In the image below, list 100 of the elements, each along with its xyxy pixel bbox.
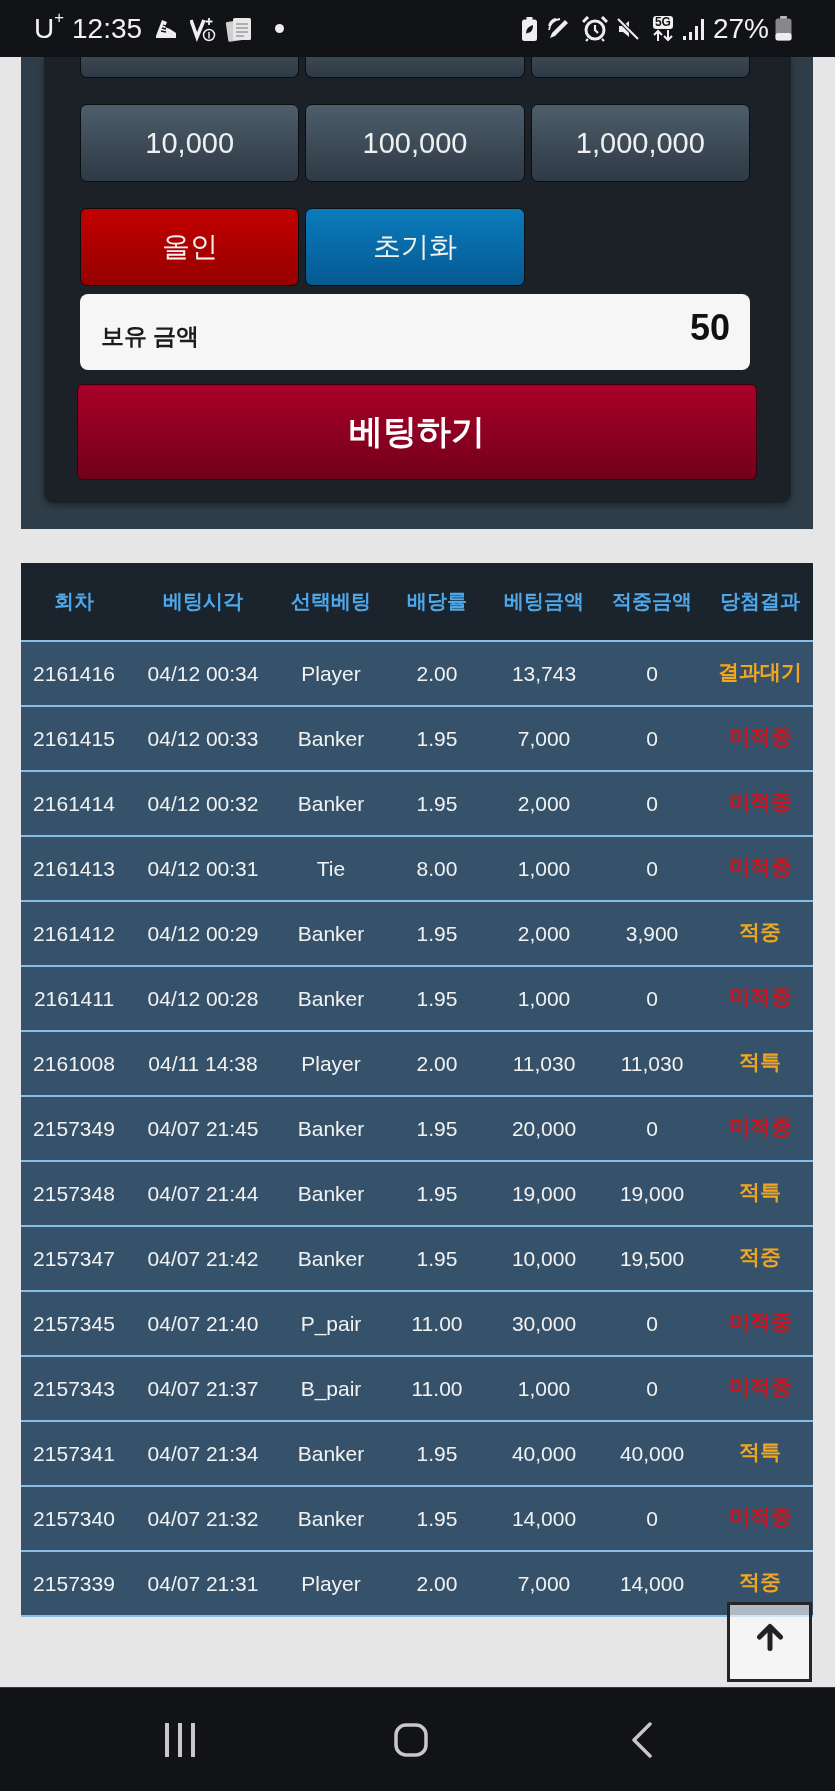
table-cell-text: 13,743 (510, 660, 578, 687)
table-cell-text: P_pair (299, 1310, 363, 1338)
column-header: 베팅시각 (162, 589, 244, 614)
table-cell-text: 04/12 00:34 (146, 660, 260, 687)
table-cell-text: 40,000 (510, 1440, 578, 1467)
home-icon (393, 1722, 428, 1757)
table-cell-text: Banker (296, 725, 366, 752)
table-cell-text: 2157349 (32, 1115, 116, 1142)
back-icon (630, 1721, 653, 1758)
table-cell-text: 1.95 (415, 1115, 459, 1142)
table-cell-text: 20,000 (510, 1115, 578, 1142)
result-label: 미적중 (728, 984, 792, 1009)
table-cell-text: 04/07 21:45 (146, 1115, 260, 1142)
amount-button[interactable]: 100,000 (305, 104, 525, 182)
table-cell-text: 04/12 00:33 (146, 725, 260, 752)
bet-button[interactable]: 베팅하기 (77, 384, 757, 480)
table-cell-text: 04/12 00:29 (146, 920, 260, 947)
pen-icon (546, 16, 571, 41)
mute-icon (615, 16, 640, 41)
table-cell-text: Tie (315, 855, 347, 882)
recent-apps-button[interactable] (163, 1722, 196, 1757)
table-cell-text: 04/07 21:32 (146, 1505, 260, 1532)
scroll-top-button[interactable] (727, 1602, 812, 1682)
table-cell-text: 0 (645, 660, 659, 687)
reset-button[interactable]: 초기화 (305, 208, 525, 286)
result-label: 미적중 (728, 724, 792, 749)
table-cell-text: 0 (645, 1115, 659, 1142)
column-header: 회차 (53, 589, 95, 614)
time-label: 12:35 (72, 13, 143, 44)
table-cell-text: 2.00 (415, 1050, 459, 1077)
table-cell-text: 1.95 (415, 1440, 459, 1467)
table-cell-text: 7,000 (516, 725, 572, 752)
table-cell-text: 0 (645, 790, 659, 817)
table-cell-text: 11,030 (619, 1050, 685, 1077)
table-cell-text: 2,000 (516, 920, 572, 947)
table-cell-text: 1.95 (415, 725, 459, 752)
alarm-icon (581, 15, 608, 42)
column-header: 배당률 (406, 589, 468, 614)
column-header: 당첨결과 (719, 589, 801, 614)
amount-button[interactable]: 1,000,000 (530, 104, 750, 182)
table-cell-text: Banker (296, 985, 366, 1012)
table-cell-text: 2157339 (32, 1570, 116, 1597)
table-cell-text: 2161415 (32, 725, 116, 752)
table-cell-text: Banker (296, 790, 366, 817)
table-cell-text: Banker (296, 920, 366, 947)
table-cell-text: 2161414 (32, 790, 116, 817)
back-button[interactable] (630, 1721, 653, 1758)
table-cell-text: Banker (296, 1505, 366, 1532)
home-button[interactable] (393, 1722, 428, 1757)
battery-leaf-icon (521, 16, 537, 41)
table-cell-text: Player (300, 1050, 362, 1077)
table-cell-text: 0 (645, 725, 659, 752)
balance-label: 보유 금액 (101, 321, 200, 351)
result-label: 미적중 (728, 1114, 792, 1139)
table-cell-text: 0 (645, 1310, 659, 1337)
table-cell-text: 2.00 (415, 1570, 459, 1597)
amount-button[interactable]: 10,000 (80, 104, 300, 182)
table-cell-text: 2161413 (32, 855, 116, 882)
result-label: 미적중 (728, 1374, 792, 1399)
table-cell-text: 1.95 (415, 790, 459, 817)
table-cell-text: 2.00 (415, 660, 459, 687)
table-cell-text: 2,000 (516, 790, 572, 817)
table-cell-text: 04/12 00:32 (146, 790, 260, 817)
table-cell-text: Banker (296, 1440, 366, 1467)
table-cell-text: 2161411 (32, 985, 116, 1012)
dot-icon (275, 24, 285, 33)
table-cell-text: 04/07 21:37 (146, 1375, 260, 1402)
table-cell-text: 19,000 (618, 1180, 686, 1207)
result-label: 미적중 (728, 789, 792, 814)
table-cell-text: 04/07 21:34 (146, 1440, 260, 1467)
table-cell-text: Banker (296, 1245, 366, 1272)
table-cell-text: 1,000 (516, 985, 572, 1012)
table-cell-text: 04/07 21:31 (146, 1570, 260, 1597)
table-cell-text: 3,900 (624, 920, 680, 947)
table-cell-text: 10,000 (510, 1245, 578, 1272)
table-cell-text: 1,000 (516, 1375, 572, 1402)
table-cell-text: Banker (296, 1180, 366, 1207)
result-label: 적중 (739, 1569, 781, 1594)
arrow-up-icon (755, 1623, 784, 1651)
all-in-button[interactable]: 올인 (80, 208, 300, 286)
carrier-label: U$^{+}$ (34, 13, 65, 44)
table-cell-text: 1.95 (415, 920, 459, 947)
table-cell-text: 1.95 (415, 1245, 459, 1272)
table-cell-text: 0 (645, 1375, 659, 1402)
v-badge-icon (190, 15, 218, 42)
data-arrows-icon (651, 28, 674, 42)
documents-icon (225, 15, 254, 42)
table-cell-text: 40,000 (618, 1440, 686, 1467)
table-cell-text: 04/12 00:28 (146, 985, 260, 1012)
table-cell-text: 11.00 (410, 1375, 464, 1402)
table-cell-text: 04/11 14:38 (147, 1050, 259, 1077)
table-cell-text: 2161416 (32, 660, 116, 687)
table-cell-text: 19,500 (618, 1245, 686, 1272)
column-header: 선택베팅 (290, 589, 372, 614)
battery-label: 27% (712, 13, 769, 44)
table-cell-text: 2157348 (32, 1180, 116, 1207)
result-label: 미적중 (728, 854, 792, 879)
result-label: 미적중 (728, 1504, 792, 1529)
table-cell-text: 11.00 (410, 1310, 464, 1337)
result-label: 적특 (739, 1179, 781, 1204)
